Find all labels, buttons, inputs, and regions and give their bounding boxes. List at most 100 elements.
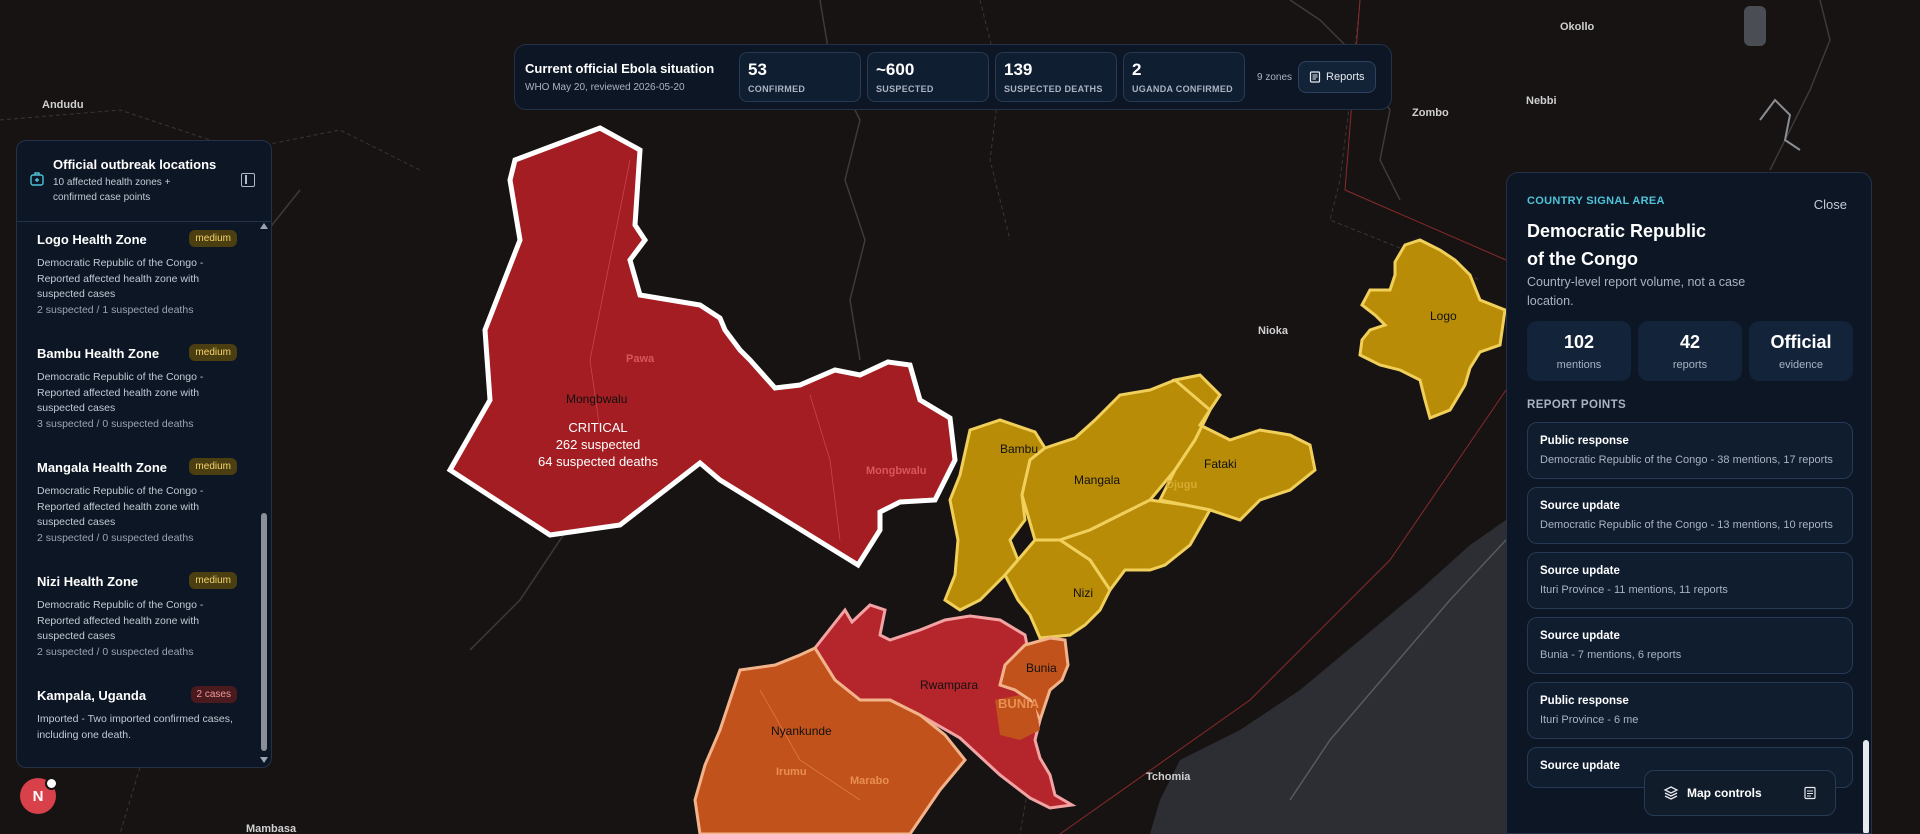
list-item[interactable]: Bambu Health Zone medium Democratic Repu… [17,336,257,450]
report-point-detail: Ituri Province - 6 me [1540,714,1639,726]
notification-dot [45,777,58,790]
locations-list: Logo Health Zone medium Democratic Repub… [17,222,257,758]
ghost-label-mongbwalu: Mongbwalu [866,465,927,477]
locations-panel-subtitle: 10 affected health zones + confirmed cas… [53,177,171,203]
metric-label: reports [1672,359,1708,371]
metric-evidence: Official evidence [1749,321,1853,381]
report-point-heading: Source update [1540,500,1620,512]
locations-panel-header: Official outbreak locations 10 affected … [17,141,271,222]
critical-suspected: 262 suspected [556,437,641,452]
severity-badge: medium [189,572,237,589]
reports-button-label: Reports [1326,71,1365,83]
reports-button[interactable]: Reports [1298,61,1376,93]
zone-label-nizi: Nizi [1073,586,1093,600]
metric-value: 102 [1563,332,1595,352]
summary-title: Current official Ebola situation [525,61,715,76]
summary-title-block: Current official Ebola situation WHO May… [525,61,733,93]
place-label-mambasa: Mambasa [246,823,297,834]
location-name: Kampala, Uganda [37,688,147,703]
location-name: Logo Health Zone [37,232,147,247]
stat-label: SUSPECTED DEATHS [1004,84,1103,94]
case-count-badge: 2 cases [190,686,237,703]
stat-suspected: ~600 SUSPECTED [867,52,989,102]
outbreak-locations-panel: Official outbreak locations 10 affected … [16,140,272,768]
list-item[interactable]: Kampala, Uganda 2 cases Imported - Two i… [17,678,257,758]
zone-label-mongbwalu: Mongbwalu [566,392,627,406]
stat-value: 53 [748,60,767,79]
stat-value: 139 [1004,60,1033,79]
stat-value: 2 [1132,60,1142,79]
report-points-heading: REPORT POINTS [1527,399,1627,411]
location-description: Democratic Republic of the Congo - Repor… [37,257,204,300]
place-label-andudu: Andudu [42,99,84,111]
report-point-detail: Ituri Province - 11 mentions, 11 reports [1540,584,1728,596]
country-signal-panel: COUNTRY SIGNAL AREA Close Democratic Rep… [1506,172,1872,834]
report-point-card[interactable]: Source update Ituri Province - 11 mentio… [1527,552,1853,609]
avatar-letter: N [32,787,44,805]
location-name: Bambu Health Zone [37,346,160,361]
report-point-card[interactable]: Source update Democratic Republic of the… [1527,487,1853,544]
stat-label: UGANDA CONFIRMED [1132,84,1233,94]
map-controls-button[interactable]: Map controls [1644,770,1836,816]
report-point-card[interactable]: Source update Bunia - 7 mentions, 6 repo… [1527,617,1853,674]
severity-badge: medium [189,458,237,475]
critical-status: CRITICAL [568,420,627,435]
ghost-label-marabo: Marabo [850,775,889,787]
locations-scrollbar[interactable] [261,227,267,757]
list-item[interactable]: Nizi Health Zone medium Democratic Repub… [17,564,257,678]
report-point-detail: Democratic Republic of the Congo - 38 me… [1540,454,1833,466]
place-label-nioka: Nioka [1258,325,1289,337]
ghost-label-bunia: BUNIA [998,696,1040,711]
report-point-heading: Source update [1540,565,1620,577]
ghost-label-irumu: Irumu [776,766,807,778]
severity-badge: medium [189,230,237,247]
stat-confirmed: 53 CONFIRMED [739,52,861,102]
report-point-heading: Public response [1540,435,1629,447]
zone-label-logo: Logo [1430,309,1457,323]
signal-panel-title: Democratic Republic of the Congo [1527,221,1707,269]
locations-panel-title: Official outbreak locations [53,157,217,172]
list-item[interactable]: Mangala Health Zone medium Democratic Re… [17,450,257,564]
close-button[interactable]: Close [1814,197,1847,212]
location-name: Mangala Health Zone [37,460,168,475]
location-counts: 3 suspected / 0 suspected deaths [37,418,194,430]
stat-label: SUSPECTED [876,84,934,94]
summary-subtitle: WHO May 20, reviewed 2026-05-20 [525,82,685,93]
stat-uganda-confirmed: 2 UGANDA CONFIRMED [1123,52,1245,102]
ghost-label-pawa: Pawa [626,353,655,365]
location-description: Democratic Republic of the Congo - Repor… [37,599,204,642]
report-point-card[interactable]: Public response Democratic Republic of t… [1527,422,1853,479]
report-point-card[interactable]: Public response Ituri Province - 6 me [1527,682,1853,739]
hospital-icon [30,172,44,186]
location-description: Democratic Republic of the Congo - Repor… [37,485,204,528]
lake-north [1744,6,1766,46]
report-points-list: Public response Democratic Republic of t… [1527,422,1853,796]
collapse-panel-icon[interactable] [241,173,255,187]
location-description: Democratic Republic of the Congo - Repor… [37,371,204,414]
metric-mentions: 102 mentions [1527,321,1631,381]
place-label-zombo: Zombo [1412,107,1449,119]
list-item[interactable]: Logo Health Zone medium Democratic Repub… [17,222,257,336]
severity-badge: medium [189,344,237,361]
place-label-okollo: Okollo [1560,21,1595,33]
zones-count: 9 zones [1257,71,1293,83]
metric-label: evidence [1778,359,1824,371]
stat-label: CONFIRMED [748,84,806,94]
situation-summary-bar: Current official Ebola situation WHO May… [514,44,1392,110]
scroll-down-arrow[interactable] [260,757,268,763]
report-point-heading: Source update [1540,630,1620,642]
place-label-tchomia: Tchomia [1146,771,1191,783]
metric-value: 42 [1679,332,1701,352]
location-counts: 2 suspected / 0 suspected deaths [37,646,194,658]
metric-value: Official [1770,332,1832,352]
report-point-detail: Democratic Republic of the Congo - 13 me… [1540,519,1833,531]
location-counts: 2 suspected / 1 suspected deaths [37,304,194,316]
zone-label-fataki: Fataki [1204,457,1237,471]
report-point-heading: Public response [1540,695,1629,707]
signal-panel-scrollbar[interactable] [1863,740,1869,833]
scrollbar-thumb[interactable] [261,513,267,751]
avatar[interactable]: N [20,777,58,814]
metric-reports: 42 reports [1638,321,1742,381]
reports-icon[interactable] [1803,786,1817,800]
stat-suspected-deaths: 139 SUSPECTED DEATHS [995,52,1117,102]
